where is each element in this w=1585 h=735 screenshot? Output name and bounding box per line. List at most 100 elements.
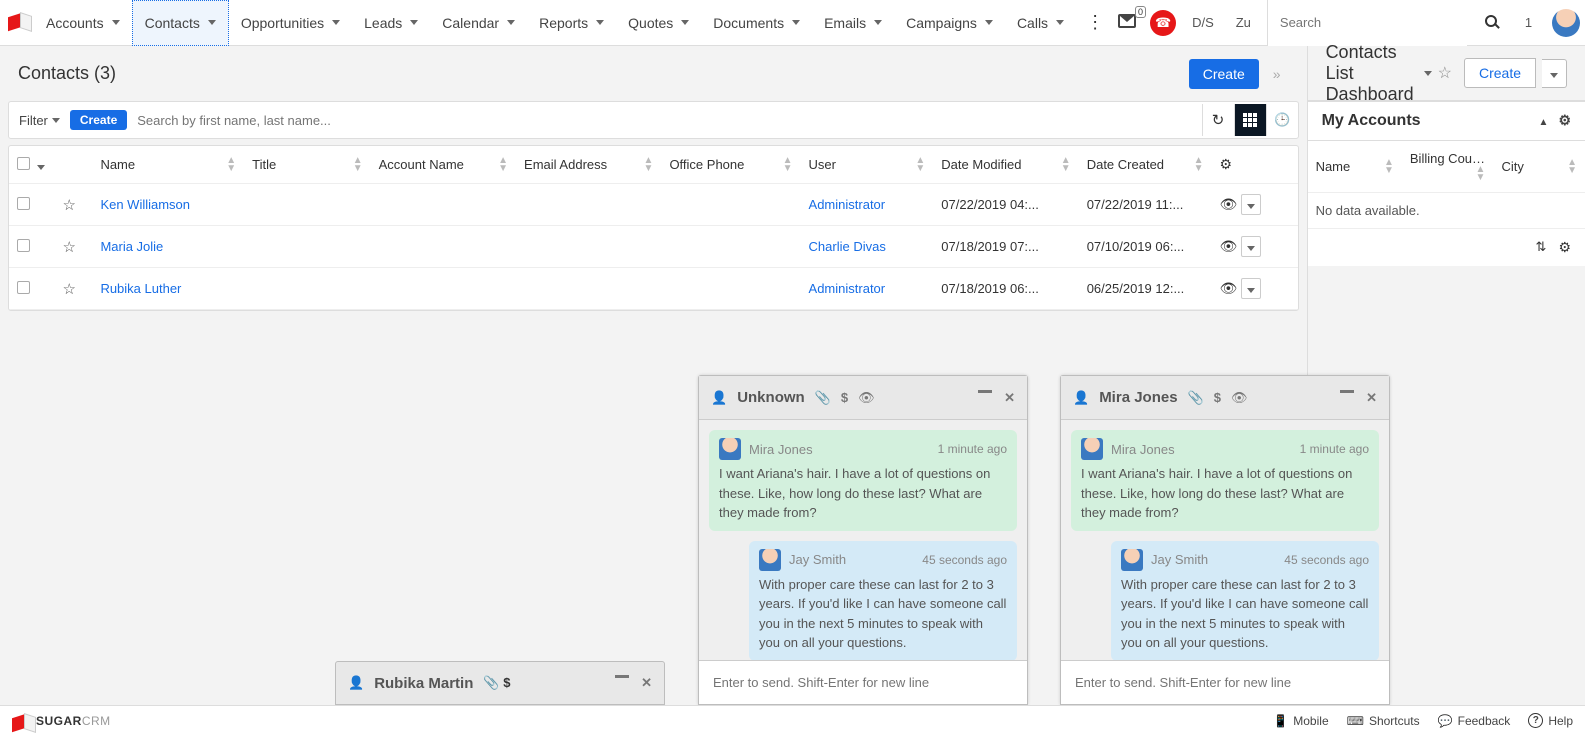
col-user[interactable]: User▲▼ — [801, 146, 934, 184]
close-icon[interactable] — [641, 675, 652, 691]
notifications-count: 0 — [1135, 6, 1146, 18]
dashboard-dropdown-caret[interactable] — [1424, 71, 1432, 76]
preview-icon[interactable]: 👁 — [1219, 280, 1237, 296]
filter-create-pill[interactable]: Create — [70, 110, 127, 130]
dashboard-create-button[interactable]: Create — [1464, 58, 1536, 88]
preview-icon[interactable]: 👁 — [1219, 238, 1237, 254]
widget-collapse-icon[interactable] — [1539, 112, 1549, 130]
chevron-down-icon[interactable] — [332, 20, 340, 25]
refresh-icon[interactable] — [1202, 104, 1234, 136]
close-icon[interactable] — [1366, 390, 1377, 406]
favorite-icon[interactable]: ☆ — [63, 197, 76, 214]
chat-collapsed-rubika[interactable]: 👤 Rubika Martin — [335, 661, 665, 705]
footer-mobile[interactable]: Mobile — [1273, 713, 1328, 728]
attachment-icon[interactable] — [1188, 390, 1204, 406]
user-link[interactable]: Administrator — [809, 281, 886, 296]
table-settings-icon[interactable] — [1219, 156, 1232, 173]
col-name[interactable]: Name▲▼ — [92, 146, 244, 184]
acct-col-name[interactable]: Name▲▼ — [1308, 141, 1402, 193]
dollar-icon[interactable] — [841, 390, 848, 405]
chevron-down-icon[interactable] — [507, 20, 515, 25]
favorite-dashboard-icon[interactable] — [1432, 63, 1458, 83]
notifications-icon[interactable]: 0 — [1114, 10, 1140, 35]
col-email-address[interactable]: Email Address▲▼ — [516, 146, 661, 184]
grid-view-icon[interactable] — [1234, 104, 1266, 136]
minimize-icon[interactable] — [1340, 390, 1354, 393]
page-title: Contacts (3) — [18, 63, 116, 84]
select-all-checkbox[interactable] — [17, 157, 30, 170]
chevron-down-icon[interactable] — [410, 20, 418, 25]
footer-help[interactable]: Help — [1528, 713, 1573, 728]
nav-item-documents[interactable]: Documents — [701, 0, 812, 46]
nav-item-leads[interactable]: Leads — [352, 0, 430, 46]
collapse-right-icon[interactable]: » — [1265, 66, 1289, 82]
chevron-down-icon[interactable] — [112, 20, 120, 25]
row-actions-dropdown[interactable] — [1241, 194, 1261, 215]
user-link[interactable]: Charlie Divas — [809, 239, 886, 254]
chat-input[interactable] — [1061, 661, 1389, 704]
nav-item-accounts[interactable]: Accounts — [34, 0, 132, 46]
chevron-down-icon[interactable] — [596, 20, 604, 25]
contact-name-link[interactable]: Rubika Luther — [100, 281, 181, 296]
row-checkbox[interactable] — [17, 281, 30, 294]
minimize-icon[interactable] — [615, 675, 629, 678]
chevron-down-icon[interactable] — [208, 20, 216, 25]
nav-item-opportunities[interactable]: Opportunities — [229, 0, 352, 46]
col-account-name[interactable]: Account Name▲▼ — [371, 146, 516, 184]
dollar-icon[interactable] — [1214, 390, 1221, 405]
row-actions-dropdown[interactable] — [1241, 278, 1261, 299]
col-office-phone[interactable]: Office Phone▲▼ — [661, 146, 800, 184]
footer-shortcuts[interactable]: Shortcuts — [1347, 713, 1420, 728]
widget-reorder-icon[interactable] — [1536, 239, 1547, 256]
attachment-icon[interactable] — [815, 390, 831, 406]
chevron-down-icon[interactable] — [1056, 20, 1064, 25]
activity-icon[interactable] — [1266, 104, 1298, 136]
user-avatar[interactable] — [1552, 9, 1580, 37]
close-icon[interactable] — [1004, 390, 1015, 406]
nav-overflow-icon[interactable]: ⋮ — [1076, 12, 1114, 33]
chevron-down-icon[interactable] — [985, 20, 993, 25]
dollar-icon[interactable] — [503, 675, 510, 690]
favorite-icon[interactable]: ☆ — [63, 281, 76, 298]
widget-settings-icon[interactable] — [1558, 112, 1571, 130]
search-icon[interactable] — [1477, 15, 1505, 30]
chevron-down-icon[interactable] — [792, 20, 800, 25]
contact-name-link[interactable]: Maria Jolie — [100, 239, 163, 254]
nav-item-contacts[interactable]: Contacts — [132, 0, 229, 46]
col-date-modified[interactable]: Date Modified▲▼ — [933, 146, 1078, 184]
user-link[interactable]: Administrator — [809, 197, 886, 212]
filter-search-input[interactable] — [127, 113, 1201, 128]
row-actions-dropdown[interactable] — [1241, 236, 1261, 257]
message-avatar — [1121, 549, 1143, 571]
create-contact-button[interactable]: Create — [1189, 59, 1259, 89]
preview-icon[interactable]: 👁 — [1219, 196, 1237, 212]
contact-name-link[interactable]: Ken Williamson — [100, 197, 190, 212]
nav-item-emails[interactable]: Emails — [812, 0, 894, 46]
chevron-down-icon[interactable] — [874, 20, 882, 25]
nav-item-calendar[interactable]: Calendar — [430, 0, 527, 46]
favorite-icon[interactable]: ☆ — [63, 239, 76, 256]
chevron-down-icon[interactable] — [681, 20, 689, 25]
row-checkbox[interactable] — [17, 239, 30, 252]
nav-item-calls[interactable]: Calls — [1005, 0, 1076, 46]
dashboard-create-dropdown[interactable] — [1542, 59, 1567, 88]
nav-item-reports[interactable]: Reports — [527, 0, 616, 46]
acct-col-billing-country[interactable]: Billing Country▲▼ — [1402, 141, 1494, 193]
notification-count-right[interactable]: 1 — [1515, 15, 1542, 30]
chat-input[interactable] — [699, 661, 1027, 704]
eye-icon[interactable]: 👁 — [1231, 390, 1248, 406]
col-title[interactable]: Title▲▼ — [244, 146, 370, 184]
nav-item-campaigns[interactable]: Campaigns — [894, 0, 1005, 46]
row-checkbox[interactable] — [17, 197, 30, 210]
nav-item-quotes[interactable]: Quotes — [616, 0, 701, 46]
global-search-input[interactable] — [1267, 0, 1467, 46]
footer-feedback[interactable]: Feedback — [1438, 713, 1511, 728]
widget-settings-icon-2[interactable] — [1558, 239, 1571, 256]
phone-icon[interactable] — [1150, 10, 1176, 36]
col-date-created[interactable]: Date Created▲▼ — [1079, 146, 1212, 184]
attachment-icon[interactable] — [483, 675, 499, 691]
acct-col-city[interactable]: City▲▼ — [1493, 141, 1585, 193]
minimize-icon[interactable] — [978, 390, 992, 393]
filter-button[interactable]: Filter — [9, 113, 70, 128]
eye-icon[interactable]: 👁 — [858, 390, 875, 406]
